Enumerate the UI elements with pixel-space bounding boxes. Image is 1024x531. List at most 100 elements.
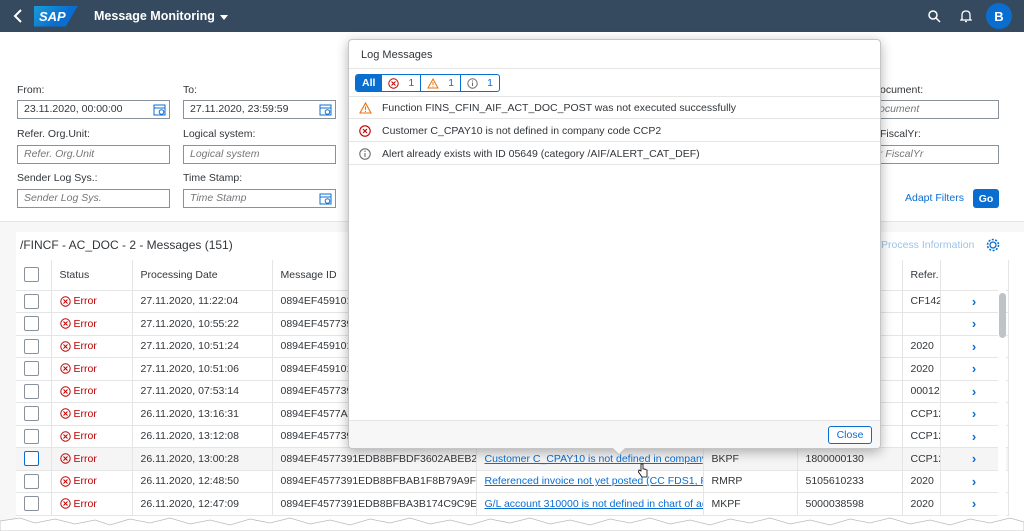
row-checkbox[interactable] xyxy=(24,496,39,512)
chevron-right-icon: › xyxy=(971,383,977,399)
error-icon xyxy=(59,386,71,397)
message-text-cell[interactable]: Referenced invoice not yet posted (CC FD… xyxy=(476,470,704,493)
status-cell: Error xyxy=(51,357,133,381)
error-icon xyxy=(59,498,71,509)
filter-error-button[interactable]: 1 xyxy=(382,75,422,91)
refer-org-label: Refer. Org.Unit: xyxy=(17,128,90,140)
message-text-link[interactable]: G/L account 310000 is not defined in cha… xyxy=(485,498,703,510)
row-checkbox[interactable] xyxy=(24,473,39,489)
status-cell: Error xyxy=(51,447,133,471)
row-checkbox[interactable] xyxy=(24,316,39,332)
message-id-cell: 0894EF4577391EDB8BFBDF3602ABEB27 xyxy=(272,447,477,471)
to-label: To: xyxy=(183,84,198,96)
refer-cell: 2020 xyxy=(902,357,941,381)
row-checkbox[interactable] xyxy=(24,428,39,444)
select-all-checkbox[interactable] xyxy=(24,267,39,283)
row-select-cell[interactable] xyxy=(16,380,52,403)
row-select-cell[interactable] xyxy=(16,492,52,516)
document-input[interactable]: ocument xyxy=(872,100,999,119)
chevron-right-icon: › xyxy=(971,428,977,444)
status-text: Error xyxy=(73,362,97,375)
table-title: /FINCF - AC_DOC - 2 - Messages (151) xyxy=(20,238,233,252)
row-select-cell[interactable] xyxy=(16,312,52,336)
refer-cell: CCP12 xyxy=(902,425,941,448)
search-button[interactable] xyxy=(918,0,950,32)
chevron-right-icon: › xyxy=(971,496,977,512)
to-date-input[interactable]: 27.11.2020, 23:59:59 xyxy=(183,100,336,119)
back-button[interactable] xyxy=(4,0,32,32)
fiscalyr-label: FiscalYr: xyxy=(880,128,921,140)
adapt-filters-button[interactable]: Adapt Filters xyxy=(905,192,964,204)
info-icon xyxy=(467,77,478,89)
row-select-cell[interactable] xyxy=(16,425,52,448)
calendar-icon[interactable] xyxy=(153,103,166,116)
table-row[interactable]: Error 26.11.2020, 12:48:50 0894EF4577391ED… xyxy=(16,470,1009,493)
calendar-icon[interactable] xyxy=(319,103,332,116)
row-select-cell[interactable] xyxy=(16,290,52,313)
message-text-cell[interactable]: Customer C_CPAY10 is not defined in comp… xyxy=(476,447,704,471)
message-type-filter: All 1 1 1 xyxy=(355,74,500,92)
row-select-cell[interactable] xyxy=(16,402,52,426)
row-select-cell[interactable] xyxy=(16,335,52,358)
refer-org-input[interactable]: Refer. Org.Unit xyxy=(17,145,170,164)
row-checkbox[interactable] xyxy=(24,293,39,309)
process-information-button[interactable]: Process Information xyxy=(881,239,974,251)
refer-cell: 2020 xyxy=(902,492,941,516)
warning-icon xyxy=(427,77,440,88)
col-header-processing-date[interactable]: Processing Date xyxy=(132,260,273,291)
sap-logo[interactable]: SAP xyxy=(34,5,78,27)
go-button[interactable]: Go xyxy=(973,189,999,208)
col-header-refer[interactable]: Refer. xyxy=(902,260,941,291)
processing-date-cell: 26.11.2020, 13:00:28 xyxy=(132,447,273,471)
close-button[interactable]: Close xyxy=(828,426,872,444)
table-scrollbar[interactable] xyxy=(998,290,1006,531)
sender-log-input[interactable]: Sender Log Sys. xyxy=(17,189,170,208)
message-text-link[interactable]: Customer C_CPAY10 is not defined in comp… xyxy=(485,453,703,465)
fiscalyr-input[interactable]: r FiscalYr xyxy=(872,145,999,164)
select-all-cell[interactable] xyxy=(16,260,52,291)
calendar-icon[interactable] xyxy=(319,192,332,205)
app-title-menu[interactable]: Message Monitoring xyxy=(94,9,228,23)
col-header-status[interactable]: Status xyxy=(51,260,133,291)
row-select-cell[interactable] xyxy=(16,470,52,493)
processing-date-cell: 26.11.2020, 13:12:08 xyxy=(132,425,273,448)
message-text-cell[interactable]: G/L account 310000 is not defined in cha… xyxy=(476,492,704,516)
filter-warning-button[interactable]: 1 xyxy=(421,75,462,91)
logical-system-input[interactable]: Logical system xyxy=(183,145,336,164)
row-checkbox[interactable] xyxy=(24,338,39,354)
row-select-cell[interactable] xyxy=(16,357,52,381)
info-icon xyxy=(358,147,372,161)
scrollbar-thumb[interactable] xyxy=(999,293,1006,338)
row-select-cell[interactable] xyxy=(16,447,52,471)
status-text: Error xyxy=(73,407,97,420)
user-avatar[interactable]: B xyxy=(986,3,1012,29)
row-checkbox[interactable] xyxy=(24,406,39,422)
row-checkbox[interactable] xyxy=(24,451,39,467)
message-text-link[interactable]: Referenced invoice not yet posted (CC FD… xyxy=(485,475,703,487)
row-checkbox[interactable] xyxy=(24,361,39,377)
filter-all-button[interactable]: All xyxy=(356,75,383,91)
notifications-button[interactable] xyxy=(950,0,982,32)
processing-date-cell: 27.11.2020, 11:22:04 xyxy=(132,290,273,313)
table-row[interactable]: Error 26.11.2020, 12:47:09 0894EF4577391ED… xyxy=(16,492,1009,516)
gear-icon[interactable] xyxy=(986,238,1000,252)
table-row[interactable]: Error 26.11.2020, 13:00:28 0894EF4577391ED… xyxy=(16,447,1009,471)
status-text: Error xyxy=(73,497,97,510)
status-text: Error xyxy=(73,430,97,443)
filter-info-button[interactable]: 1 xyxy=(461,75,499,91)
timestamp-input[interactable]: Time Stamp xyxy=(183,189,336,208)
row-checkbox[interactable] xyxy=(24,383,39,399)
type-cell: MKPF xyxy=(703,492,798,516)
refer-cell: 2020 xyxy=(902,470,941,493)
log-message-item[interactable]: Customer C_CPAY10 is not defined in comp… xyxy=(349,120,880,142)
from-date-input[interactable]: 23.11.2020, 00:00:00 xyxy=(17,100,170,119)
status-text: Error xyxy=(73,452,97,465)
torn-edge xyxy=(0,517,1024,531)
error-icon xyxy=(59,453,71,464)
document-number-cell: 5105610233 xyxy=(797,470,903,493)
chevron-right-icon: › xyxy=(971,338,977,354)
log-message-item[interactable]: Function FINS_CFIN_AIF_ACT_DOC_POST was … xyxy=(349,97,880,119)
warning-icon xyxy=(358,101,372,115)
status-cell: Error xyxy=(51,335,133,358)
log-message-item[interactable]: Alert already exists with ID 05649 (cate… xyxy=(349,143,880,165)
